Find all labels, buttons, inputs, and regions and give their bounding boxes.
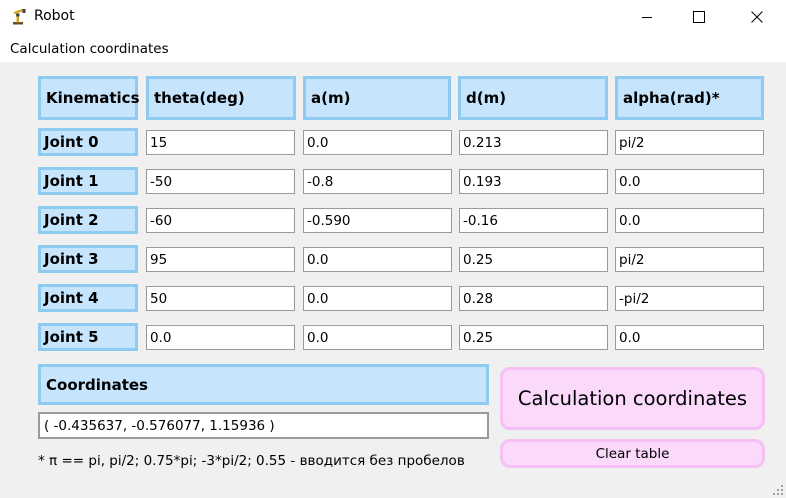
d-input[interactable]: 0.28 (459, 286, 608, 311)
theta-input[interactable]: 50 (146, 286, 295, 311)
a-input[interactable]: 0.0 (303, 130, 452, 155)
joint-label: Joint 3 (38, 245, 138, 273)
joint-label: Joint 4 (38, 284, 138, 312)
header-theta: theta(deg) (146, 76, 296, 120)
a-input[interactable]: -0.590 (303, 208, 452, 233)
d-input[interactable]: 0.25 (459, 325, 608, 350)
header-a: a(m) (303, 76, 451, 120)
joint-label: Joint 5 (38, 323, 138, 351)
input-format-note: * π == pi, pi/2; 0.75*pi; -3*pi/2; 0.55 … (38, 453, 465, 469)
joint-label: Joint 2 (38, 206, 138, 234)
joint-label: Joint 0 (38, 128, 138, 156)
a-input[interactable]: 0.0 (303, 325, 452, 350)
resize-grip-icon[interactable] (773, 485, 783, 495)
header-d: d(m) (458, 76, 608, 120)
alpha-input[interactable]: pi/2 (615, 247, 764, 272)
d-input[interactable]: -0.16 (459, 208, 608, 233)
alpha-input[interactable]: 0.0 (615, 208, 764, 233)
close-icon (751, 11, 763, 23)
menu-calculation-coordinates[interactable]: Calculation coordinates (10, 41, 169, 57)
calculate-coordinates-button[interactable]: Calculation coordinates (500, 367, 765, 430)
robot-arm-icon (13, 8, 26, 25)
theta-input[interactable]: -60 (146, 208, 295, 233)
header-alpha: alpha(rad)* (615, 76, 764, 120)
coordinates-label: Coordinates (38, 364, 489, 405)
maximize-icon (693, 11, 705, 23)
alpha-input[interactable]: 0.0 (615, 169, 764, 194)
d-input[interactable]: 0.25 (459, 247, 608, 272)
main-panel: Kinematics theta(deg) a(m) d(m) alpha(ra… (0, 62, 786, 498)
d-input[interactable]: 0.193 (459, 169, 608, 194)
minimize-icon (642, 17, 652, 18)
coordinates-output[interactable]: ( -0.435637, -0.576077, 1.15936 ) (38, 412, 489, 439)
alpha-input[interactable]: -pi/2 (615, 286, 764, 311)
title-bar: Robot (0, 0, 786, 34)
theta-input[interactable]: 0.0 (146, 325, 295, 350)
theta-input[interactable]: -50 (146, 169, 295, 194)
a-input[interactable]: 0.0 (303, 247, 452, 272)
d-input[interactable]: 0.213 (459, 130, 608, 155)
clear-table-button[interactable]: Clear table (500, 439, 765, 468)
maximize-button[interactable] (676, 0, 722, 34)
menu-bar: Calculation coordinates (0, 34, 786, 62)
window-title: Robot (34, 8, 75, 24)
alpha-input[interactable]: pi/2 (615, 130, 764, 155)
a-input[interactable]: -0.8 (303, 169, 452, 194)
theta-input[interactable]: 95 (146, 247, 295, 272)
joint-label: Joint 1 (38, 167, 138, 195)
close-button[interactable] (734, 0, 780, 34)
minimize-button[interactable] (624, 0, 670, 34)
alpha-input[interactable]: 0.0 (615, 325, 764, 350)
theta-input[interactable]: 15 (146, 130, 295, 155)
a-input[interactable]: 0.0 (303, 286, 452, 311)
header-kinematics: Kinematics (38, 76, 140, 120)
